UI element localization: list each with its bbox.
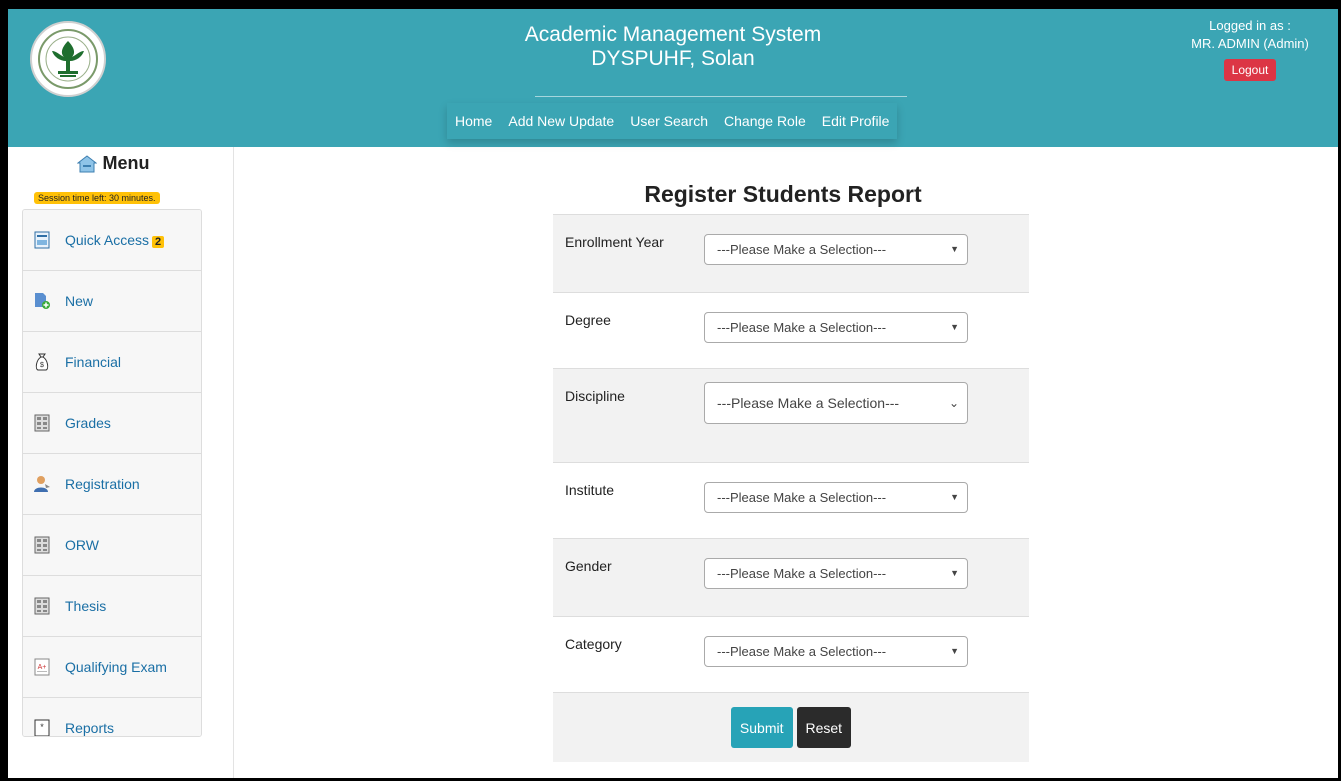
grid-icon	[33, 413, 51, 433]
sidebar-item-label: New	[65, 293, 94, 309]
sidebar-item-reports[interactable]: * Reports	[23, 698, 201, 736]
gender-label: Gender	[565, 558, 612, 574]
title-divider	[535, 96, 907, 97]
chevron-down-icon: ⌄	[948, 396, 959, 410]
dropdown-arrow-icon: ▼	[950, 568, 959, 578]
top-nav: Home Add New Update User Search Change R…	[447, 103, 898, 139]
form-row-enrollment-year: Enrollment Year ---Please Make a Selecti…	[553, 214, 1029, 292]
header: Academic Management System DYSPUHF, Sola…	[8, 9, 1338, 147]
dropdown-arrow-icon: ▼	[950, 492, 959, 502]
page-title: Register Students Report	[644, 181, 922, 207]
svg-text:A+: A+	[38, 664, 47, 671]
dropdown-arrow-icon: ▼	[950, 244, 959, 254]
sidebar-item-label: Grades	[65, 415, 111, 431]
user-name: MR. ADMIN (Admin)	[1191, 36, 1309, 51]
category-select[interactable]: ---Please Make a Selection--- ▼	[704, 636, 968, 667]
gender-value: ---Please Make a Selection---	[717, 566, 887, 581]
sidebar-item-label: ORW	[65, 537, 99, 553]
user-icon	[33, 474, 51, 494]
grid-icon	[33, 535, 51, 555]
reset-button[interactable]: Reset	[796, 707, 852, 748]
quick-access-count-badge: 2	[152, 236, 165, 248]
app-subtitle: DYSPUHF, Solan	[591, 47, 755, 70]
nav-edit-profile[interactable]: Edit Profile	[814, 103, 898, 139]
logged-in-label: Logged in as :	[1209, 18, 1291, 33]
sidebar-item-label: Thesis	[65, 598, 107, 614]
discipline-select[interactable]: ---Please Make a Selection--- ⌄	[704, 382, 968, 424]
sidebar-item-new[interactable]: New	[23, 271, 201, 332]
form-row-category: Category ---Please Make a Selection--- ▼	[553, 616, 1029, 692]
dropdown-arrow-icon: ▼	[950, 646, 959, 656]
sidebar-item-registration[interactable]: Registration	[23, 454, 201, 515]
discipline-value: ---Please Make a Selection---	[717, 395, 900, 411]
quick-access-icon	[33, 230, 51, 250]
sidebar: Menu Session time left: 30 minutes. Quic…	[8, 147, 234, 778]
sidebar-menu: Quick Access 2 New $ Financial Grades Re…	[22, 209, 202, 737]
gender-select[interactable]: ---Please Make a Selection--- ▼	[704, 558, 968, 589]
form-row-institute: Institute ---Please Make a Selection--- …	[553, 462, 1029, 538]
exam-paper-icon: A+	[33, 657, 51, 677]
nav-change-role[interactable]: Change Role	[716, 103, 814, 139]
grid-icon	[33, 596, 51, 616]
institute-select[interactable]: ---Please Make a Selection--- ▼	[704, 482, 968, 513]
nav-home[interactable]: Home	[447, 103, 500, 139]
sidebar-item-orw[interactable]: ORW	[23, 515, 201, 576]
enrollment-year-label: Enrollment Year	[565, 234, 664, 250]
sidebar-item-label: Qualifying Exam	[65, 659, 167, 675]
discipline-label: Discipline	[565, 388, 625, 404]
form-row-gender: Gender ---Please Make a Selection--- ▼	[553, 538, 1029, 616]
degree-select[interactable]: ---Please Make a Selection--- ▼	[704, 312, 968, 343]
report-icon: *	[33, 718, 51, 736]
sidebar-item-label: Financial	[65, 354, 122, 370]
home-icon	[76, 154, 97, 172]
report-form: Enrollment Year ---Please Make a Selecti…	[553, 214, 1029, 762]
logout-button[interactable]: Logout	[1223, 59, 1277, 81]
category-label: Category	[565, 636, 622, 652]
sidebar-item-label: Quick Access	[65, 232, 150, 248]
sidebar-item-label: Reports	[65, 720, 115, 736]
dropdown-arrow-icon: ▼	[950, 322, 959, 332]
session-timer-badge: Session time left: 30 minutes.	[34, 192, 160, 204]
sidebar-item-thesis[interactable]: Thesis	[23, 576, 201, 637]
menu-header: Menu	[8, 153, 218, 174]
app-title: Academic Management System	[524, 23, 822, 46]
svg-text:*: *	[40, 722, 44, 732]
sidebar-item-quick-access[interactable]: Quick Access 2	[23, 210, 201, 271]
login-info: Logged in as : MR. ADMIN (Admin) Logout	[1180, 17, 1320, 81]
category-value: ---Please Make a Selection---	[717, 644, 887, 659]
nav-user-search[interactable]: User Search	[622, 103, 716, 139]
institute-value: ---Please Make a Selection---	[717, 490, 887, 505]
menu-title: Menu	[102, 153, 150, 173]
svg-text:$: $	[40, 362, 44, 369]
app-frame: Academic Management System DYSPUHF, Sola…	[8, 9, 1338, 778]
sidebar-item-financial[interactable]: $ Financial	[23, 332, 201, 393]
submit-button[interactable]: Submit	[730, 707, 793, 748]
degree-value: ---Please Make a Selection---	[717, 320, 887, 335]
money-bag-icon: $	[33, 352, 51, 372]
form-row-discipline: Discipline ---Please Make a Selection---…	[553, 368, 1029, 462]
new-document-icon	[33, 291, 51, 311]
nav-add-new-update[interactable]: Add New Update	[500, 103, 622, 139]
form-actions: Submit Reset	[553, 692, 1029, 762]
enrollment-year-select[interactable]: ---Please Make a Selection--- ▼	[704, 234, 968, 265]
sidebar-item-qualifying-exam[interactable]: A+ Qualifying Exam	[23, 637, 201, 698]
degree-label: Degree	[565, 312, 611, 328]
sidebar-item-grades[interactable]: Grades	[23, 393, 201, 454]
institute-label: Institute	[565, 482, 615, 498]
form-row-degree: Degree ---Please Make a Selection--- ▼	[553, 292, 1029, 368]
enrollment-year-value: ---Please Make a Selection---	[717, 242, 887, 257]
sidebar-item-label: Registration	[65, 476, 140, 492]
